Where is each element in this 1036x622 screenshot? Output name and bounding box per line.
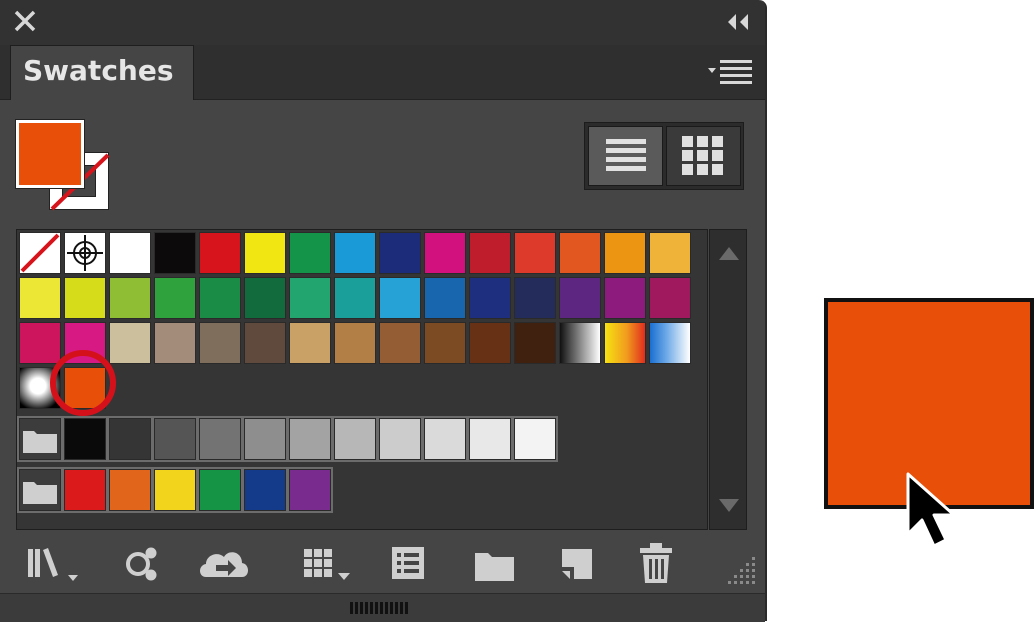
scrollbar[interactable]: [709, 229, 747, 530]
swatch-cell[interactable]: [649, 232, 691, 274]
scroll-up-icon[interactable]: [718, 244, 740, 262]
thumbnail-view-button[interactable]: [666, 126, 741, 186]
panel-titlebar: [0, 0, 765, 46]
swatch-cell[interactable]: [514, 322, 556, 364]
swatch-grid: [16, 229, 708, 530]
close-icon[interactable]: [12, 8, 38, 34]
swatch-cell[interactable]: [199, 322, 241, 364]
swatch-cell[interactable]: [334, 418, 376, 460]
swatch-cell[interactable]: [469, 418, 511, 460]
swatch-cell[interactable]: [64, 232, 106, 274]
drag-handle-icon[interactable]: [350, 600, 412, 614]
bottom-resize-bar[interactable]: [0, 593, 765, 622]
swatch-cell[interactable]: [199, 232, 241, 274]
tab-swatches[interactable]: Swatches: [10, 45, 194, 100]
swatches-panel: Swatches: [0, 0, 767, 622]
swatch-cell[interactable]: [379, 418, 421, 460]
swatch-cell[interactable]: [514, 232, 556, 274]
view-toggle: [584, 122, 744, 190]
swatch-cell[interactable]: [649, 277, 691, 319]
swatch-cell[interactable]: [154, 469, 196, 511]
tab-row: Swatches: [0, 45, 765, 100]
show-swatch-kinds-icon[interactable]: [300, 541, 350, 585]
swatch-cell[interactable]: [199, 418, 241, 460]
swatch-cell[interactable]: [604, 277, 646, 319]
swatch-cell[interactable]: [424, 418, 466, 460]
swatch-cell[interactable]: [199, 469, 241, 511]
swatch-cell[interactable]: [289, 469, 331, 511]
swatch-cell[interactable]: [244, 469, 286, 511]
swatch-cell[interactable]: [424, 232, 466, 274]
swatch-cell[interactable]: [19, 277, 61, 319]
swatch-cell[interactable]: [19, 232, 61, 274]
fill-swatch[interactable]: [15, 119, 85, 189]
mouse-pointer-icon: [902, 470, 966, 566]
swatch-cell[interactable]: [64, 277, 106, 319]
tab-label: Swatches: [23, 54, 174, 87]
swatch-cell[interactable]: [604, 232, 646, 274]
swatch-cell[interactable]: [109, 322, 151, 364]
swatch-cell[interactable]: [514, 418, 556, 460]
swatch-cell[interactable]: [559, 277, 601, 319]
swatch-cell[interactable]: [199, 277, 241, 319]
new-color-group-icon[interactable]: [470, 541, 520, 585]
swatch-options-icon[interactable]: [386, 541, 436, 585]
swatch-cell[interactable]: [334, 277, 376, 319]
swatch-cell[interactable]: [19, 367, 61, 409]
swatch-cell[interactable]: [514, 277, 556, 319]
swatch-cell[interactable]: [109, 277, 151, 319]
swatch-cell[interactable]: [469, 232, 511, 274]
swatch-cell[interactable]: [469, 322, 511, 364]
swatch-cell[interactable]: [649, 322, 691, 364]
swatch-cell[interactable]: [559, 232, 601, 274]
swatch-cell[interactable]: [334, 232, 376, 274]
new-swatch-icon[interactable]: [554, 541, 604, 585]
swatch-cell[interactable]: [289, 322, 331, 364]
collapse-panel-icon[interactable]: [722, 10, 752, 34]
swatch-cell[interactable]: [154, 322, 196, 364]
swatch-cell[interactable]: [244, 232, 286, 274]
swatch-cell[interactable]: [19, 322, 61, 364]
swatch-cell[interactable]: [154, 277, 196, 319]
panel-menu-icon[interactable]: [706, 58, 754, 84]
swatch-cell[interactable]: [424, 322, 466, 364]
resize-grip-icon[interactable]: [724, 553, 760, 589]
swatch-cell[interactable]: [289, 277, 331, 319]
swatch-cell[interactable]: [64, 322, 106, 364]
swatch-cell[interactable]: [469, 277, 511, 319]
swatch-cell[interactable]: [109, 232, 151, 274]
swatch-cell[interactable]: [109, 418, 151, 460]
swatch-cell[interactable]: [289, 418, 331, 460]
show-kinds-icon[interactable]: [118, 541, 168, 585]
swatch-cell[interactable]: [379, 277, 421, 319]
swatch-cell[interactable]: [244, 418, 286, 460]
folder-icon[interactable]: [19, 418, 61, 460]
swatch-cell[interactable]: [379, 232, 421, 274]
swatch-cell[interactable]: [424, 277, 466, 319]
swatch-cell[interactable]: [154, 232, 196, 274]
swatch-cell[interactable]: [64, 469, 106, 511]
swatch-cell[interactable]: [604, 322, 646, 364]
delete-swatch-icon[interactable]: [634, 541, 684, 585]
selected-swatch[interactable]: [64, 367, 106, 409]
folder-icon[interactable]: [19, 469, 61, 511]
swatch-cell[interactable]: [334, 322, 376, 364]
swatch-cell[interactable]: [64, 418, 106, 460]
list-view-button[interactable]: [588, 126, 663, 186]
cloud-sync-icon[interactable]: [196, 541, 248, 585]
scroll-down-icon[interactable]: [718, 497, 740, 515]
swatch-cell[interactable]: [109, 469, 151, 511]
swatch-cell[interactable]: [154, 418, 196, 460]
swatch-cell[interactable]: [244, 322, 286, 364]
swatch-cell[interactable]: [379, 322, 421, 364]
swatch-libraries-icon[interactable]: [24, 541, 78, 585]
bottom-toolbar: [0, 535, 765, 593]
swatch-cell[interactable]: [559, 322, 601, 364]
swatch-cell[interactable]: [289, 232, 331, 274]
swatch-cell[interactable]: [244, 277, 286, 319]
